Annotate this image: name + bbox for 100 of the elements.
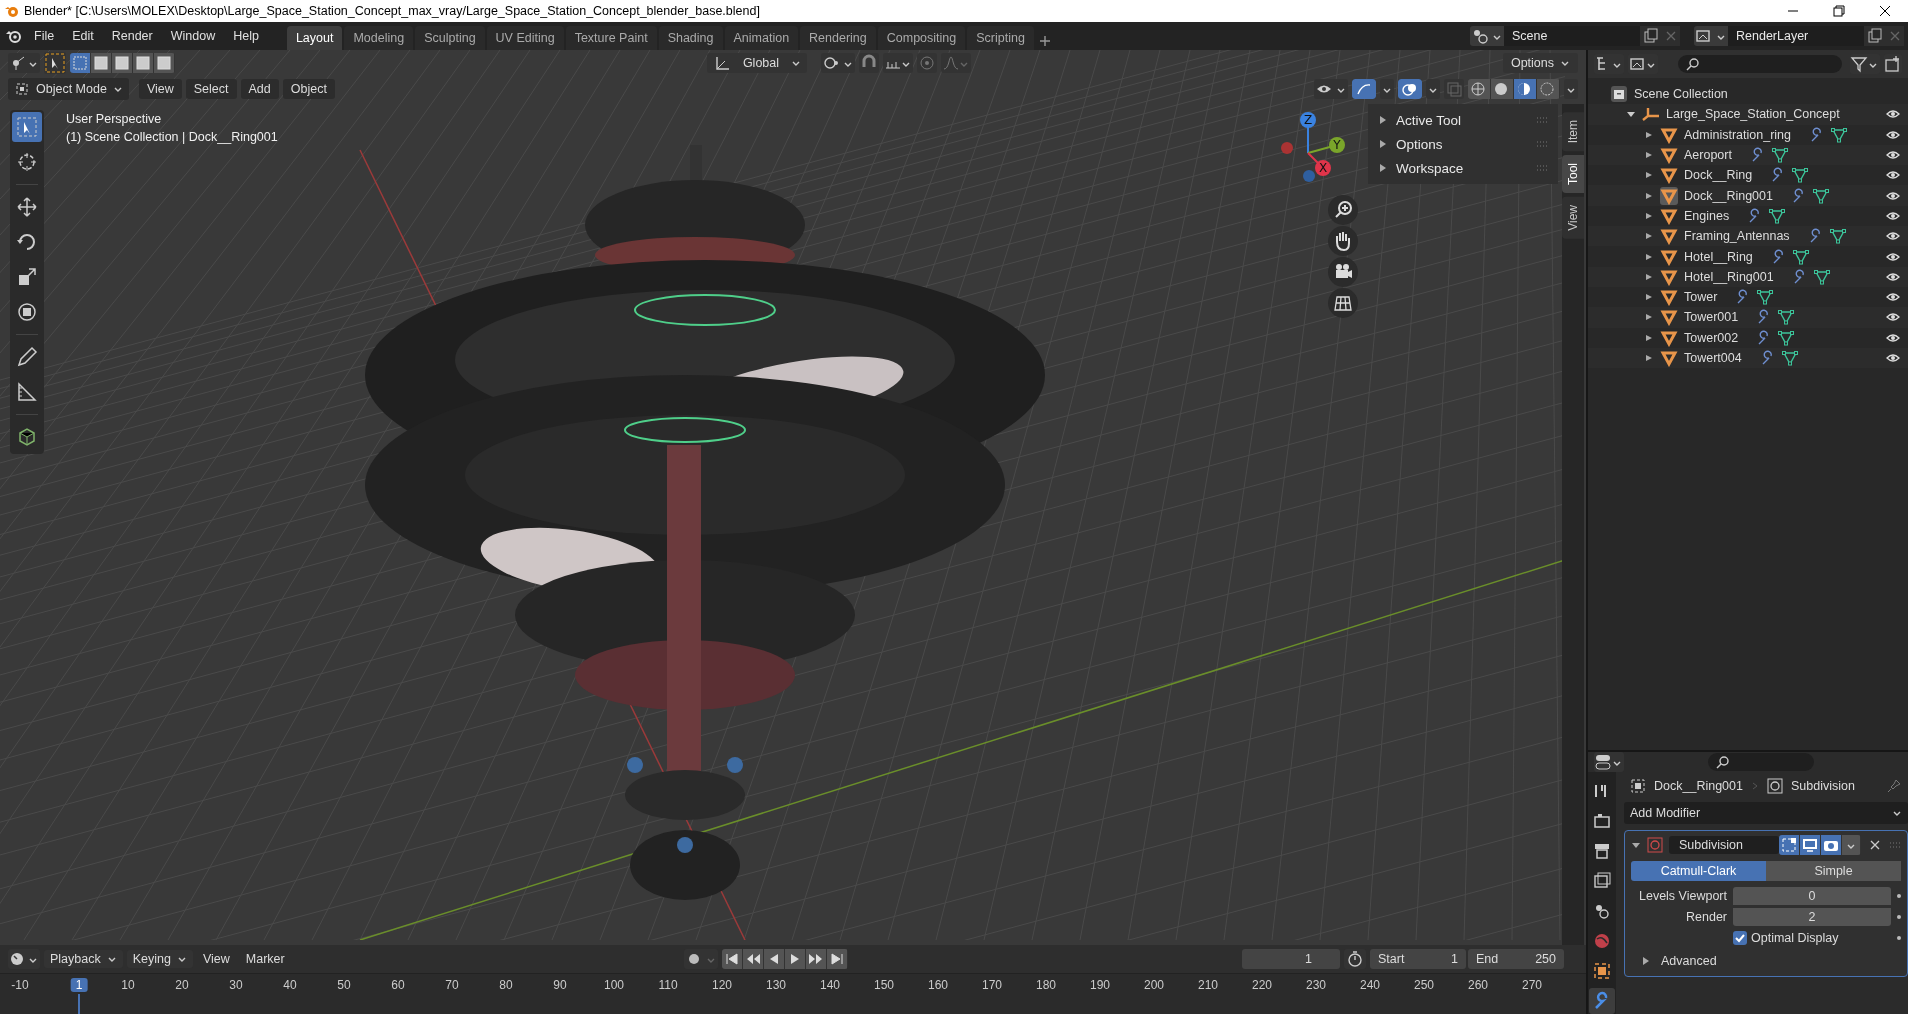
play-reverse-icon[interactable] <box>764 949 785 969</box>
eye-icon[interactable] <box>1886 128 1900 141</box>
expand-arrow-icon[interactable] <box>1644 170 1654 181</box>
outliner-item[interactable]: Scene Collection <box>1634 87 1728 102</box>
zoom-icon[interactable] <box>1328 195 1358 225</box>
keyframe-dot-icon[interactable] <box>1897 915 1901 919</box>
jump-start-icon[interactable] <box>722 949 743 969</box>
transform-icon[interactable] <box>8 53 40 73</box>
menu-item[interactable]: View <box>138 79 182 99</box>
checkbox[interactable] <box>1733 931 1747 945</box>
monitor-icon[interactable] <box>1800 835 1820 855</box>
grid-icon[interactable] <box>1328 288 1358 318</box>
modifier-name-field[interactable]: Subdivision <box>1669 836 1779 854</box>
selection-mode-icon[interactable] <box>154 53 174 73</box>
outliner-item[interactable]: Towert004 <box>1684 351 1742 365</box>
eye-icon[interactable] <box>1886 270 1900 283</box>
current-frame-field[interactable]: 1 <box>1242 949 1340 969</box>
expand-arrow-icon[interactable] <box>1378 115 1388 125</box>
expand-arrow-icon[interactable] <box>1644 271 1654 282</box>
drag-handle-icon[interactable] <box>1536 140 1548 148</box>
workspace-tab[interactable]: Sculpting <box>415 26 485 50</box>
jump-end-icon[interactable] <box>827 949 848 969</box>
mesh-object-icon[interactable] <box>1660 308 1678 327</box>
camera-icon[interactable] <box>1821 835 1841 855</box>
overlays-icon[interactable] <box>1398 79 1422 99</box>
camera-icon[interactable] <box>1328 257 1358 287</box>
expand-arrow-icon[interactable] <box>1641 956 1651 966</box>
expand-arrow-icon[interactable] <box>1644 231 1654 242</box>
add-modifier-dropdown[interactable]: Add Modifier <box>1624 802 1908 824</box>
workspace-tab[interactable]: UV Editing <box>486 26 564 50</box>
record-icon[interactable] <box>684 949 719 969</box>
shading-mode-icon[interactable] <box>1537 79 1559 99</box>
caret-icon[interactable] <box>1426 79 1440 99</box>
workspace-tab[interactable]: Modeling <box>344 26 414 50</box>
eye-icon[interactable] <box>1886 291 1900 304</box>
menu-item[interactable]: View <box>196 950 236 968</box>
subpanel-header[interactable]: Advanced <box>1661 954 1717 968</box>
panel-header[interactable]: Workspace <box>1396 160 1528 176</box>
menu-item[interactable]: Select <box>185 79 237 99</box>
gizmo-toggle-icon[interactable] <box>1352 79 1376 99</box>
start-frame-field[interactable]: Start 1 <box>1370 949 1466 969</box>
menu-item[interactable]: Edit <box>64 26 102 46</box>
selection-mode-icon[interactable] <box>112 53 132 73</box>
menu-item[interactable]: Playback <box>44 950 123 968</box>
visibility-icon[interactable] <box>1314 79 1348 99</box>
view-layer-field[interactable]: RenderLayer <box>1728 26 1864 46</box>
scene-field[interactable]: Scene <box>1504 26 1640 46</box>
outliner-item[interactable]: Dock__Ring001 <box>1684 188 1773 203</box>
play-icon[interactable] <box>785 949 806 969</box>
expand-arrow-icon[interactable] <box>1644 251 1654 262</box>
menu-item[interactable]: Marker <box>239 950 291 968</box>
collapse-arrow-icon[interactable] <box>1631 840 1641 850</box>
shading-mode-icon[interactable] <box>1468 79 1490 99</box>
outliner-item[interactable]: Tower002 <box>1684 330 1739 345</box>
workspace-tab[interactable]: Layout <box>286 26 343 50</box>
next-keyframe-icon[interactable] <box>806 949 827 969</box>
outliner-item[interactable]: Engines <box>1684 208 1730 223</box>
keyframe-dot-icon[interactable] <box>1897 894 1901 898</box>
keyframe-dot-icon[interactable] <box>1897 936 1901 940</box>
edit-mode-icon[interactable] <box>1779 835 1799 855</box>
drag-handle-icon[interactable] <box>1889 841 1901 849</box>
outliner-item[interactable]: Administration_ring <box>1684 127 1791 142</box>
new-collection-icon[interactable] <box>1884 54 1902 74</box>
expand-arrow-icon[interactable] <box>1644 129 1654 140</box>
outliner-item[interactable]: Hotel__Ring <box>1684 249 1753 264</box>
selection-mode-icon[interactable] <box>91 53 111 73</box>
pin-icon[interactable] <box>1886 778 1902 794</box>
eye-icon[interactable] <box>1886 331 1900 344</box>
stopwatch-icon[interactable] <box>1344 949 1366 969</box>
eye-icon[interactable] <box>1886 169 1900 182</box>
select-tool-icon[interactable] <box>44 52 66 74</box>
sidebar-tab[interactable]: View <box>1562 197 1584 240</box>
panel-header[interactable]: Options <box>1396 136 1528 152</box>
expand-arrow-icon[interactable] <box>1644 292 1654 303</box>
eye-icon[interactable] <box>1886 311 1900 324</box>
menu-item[interactable]: Object <box>282 79 335 99</box>
pivot-icon[interactable] <box>821 53 856 73</box>
mesh-object-icon[interactable] <box>1660 186 1678 205</box>
shading-mode-icon[interactable] <box>1514 79 1536 99</box>
workspace-tab[interactable]: Rendering <box>800 26 876 50</box>
mesh-object-icon[interactable] <box>1660 288 1678 307</box>
number-field[interactable]: 2 <box>1733 908 1891 926</box>
options-dropdown[interactable]: Options <box>1502 53 1578 73</box>
toggle-switch-icon[interactable] <box>1594 752 1624 772</box>
caret-icon[interactable] <box>1564 79 1578 99</box>
menu-item[interactable]: Add <box>240 79 279 99</box>
copy-icon[interactable] <box>1640 26 1662 46</box>
subdivision-type-option[interactable]: Catmull-Clark <box>1631 861 1766 881</box>
clock-icon[interactable] <box>8 949 40 969</box>
outliner-item[interactable]: Tower001 <box>1684 310 1739 325</box>
sidebar-tab[interactable]: Tool <box>1562 155 1584 194</box>
outliner-item[interactable]: Tower <box>1684 290 1718 305</box>
eye-icon[interactable] <box>1886 149 1900 162</box>
caret-icon[interactable] <box>1380 79 1394 99</box>
eye-icon[interactable] <box>1886 250 1900 263</box>
workspace-tab[interactable]: Animation <box>724 26 799 50</box>
expand-arrow-icon[interactable] <box>1644 150 1654 161</box>
shading-mode-icon[interactable] <box>1491 79 1513 99</box>
drag-handle-icon[interactable] <box>1536 164 1548 172</box>
search-field[interactable] <box>1708 753 1814 771</box>
